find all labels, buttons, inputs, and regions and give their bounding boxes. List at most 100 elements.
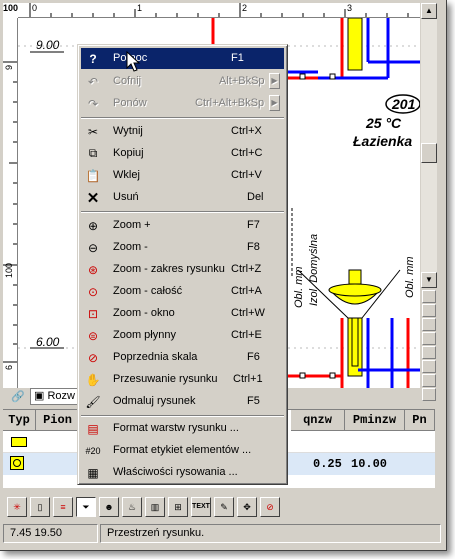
h-ruler-label-0: 0	[32, 3, 38, 13]
menu-item-label: Właściwości rysowania ...	[113, 466, 238, 478]
menu-item-wlasciwosci[interactable]: ▦ Właściwości rysowania ...	[81, 462, 284, 483]
side-tool-6[interactable]	[422, 360, 436, 373]
menu-item-shortcut: Ctrl+Z	[231, 263, 262, 275]
side-tool-4[interactable]	[422, 332, 436, 345]
menu-item-label: Ponów	[113, 97, 147, 109]
copy-icon: ⧉	[88, 146, 98, 160]
submenu-arrow-icon[interactable]: ▶	[269, 73, 280, 89]
menu-item-label: Wklej	[113, 169, 140, 181]
horizontal-ruler-ticks	[29, 3, 409, 17]
pipe-vertical-icon[interactable]: ▯	[30, 497, 50, 517]
col-header-typ[interactable]: Typ	[3, 410, 36, 431]
menu-item-label: Zoom płynny	[113, 329, 176, 341]
menu-item-shortcut: Ctrl+W	[231, 307, 265, 319]
zoom-extent-icon: ⊛	[87, 262, 99, 277]
menu-item-shortcut: Del	[247, 191, 264, 203]
zoom-window-icon: ⊡	[87, 306, 99, 321]
side-tool-strip	[421, 289, 437, 409]
menu-item-zoom-okno[interactable]: ⊡ Zoom - okno Ctrl+W	[81, 303, 284, 324]
menu-item-format-warstw[interactable]: ▤ Format warstw rysunku ...	[81, 418, 284, 439]
menu-item-label: Kopiuj	[113, 147, 144, 159]
label-obl-right: Obl. mm	[404, 256, 416, 298]
vertical-ruler: 9 100 6	[3, 18, 18, 388]
side-tool-7[interactable]	[422, 374, 436, 387]
menu-item-label: Zoom - całość	[113, 285, 183, 297]
status-message: Przestrzeń rysunku.	[100, 524, 441, 543]
room-temperature: 25 °C	[366, 115, 402, 131]
v-ruler-label-9: 9	[4, 64, 14, 70]
sheet-tab-rozw[interactable]: ▣ Rozw	[30, 388, 79, 405]
delete-icon: ✕	[86, 189, 100, 207]
vertical-scrollbar[interactable]: ▲ ▼	[421, 3, 437, 288]
bottom-toolbar: ✳ ▯ ≡ ⏷ ☻ ♨ ▥ ⊞ TEXT ✎ ✥ ⊘	[3, 494, 435, 522]
menu-item-label: Format warstw rysunku ...	[113, 422, 239, 434]
person-icon[interactable]: ☻	[99, 497, 119, 517]
sheet-tab-icon: 🔗	[11, 391, 25, 403]
menu-item-przesuwanie[interactable]: ✋ Przesuwanie rysunku Ctrl+1	[81, 369, 284, 390]
cell-qnzw: 0.25	[313, 457, 342, 471]
level-bottom-label: 6.00	[36, 335, 60, 349]
fixture-icon[interactable]: ♨	[122, 497, 142, 517]
menu-item-kopiuj[interactable]: ⧉ Kopiuj Ctrl+C	[81, 143, 284, 164]
brush-icon[interactable]: ✎	[214, 497, 234, 517]
undo-icon: ↶	[87, 74, 99, 89]
col-header-pion[interactable]: Pion	[36, 410, 80, 431]
menu-item-odmaluj[interactable]: 🖌 Odmaluj rysunek F5	[81, 391, 284, 412]
chart-icon[interactable]: ▥	[145, 497, 165, 517]
scroll-up-button[interactable]: ▲	[421, 3, 437, 19]
menu-item-ponow[interactable]: ↷ Ponów Ctrl+Alt+BkSp ▶	[81, 93, 284, 114]
menu-item-zoom-calosc[interactable]: ⊙ Zoom - całość Ctrl+A	[81, 281, 284, 302]
menu-item-wytnij[interactable]: ✂ Wytnij Ctrl+X	[81, 121, 284, 142]
menu-separator	[81, 415, 284, 417]
no-entry-icon[interactable]: ⊘	[260, 497, 280, 517]
grid-icon[interactable]: ⊞	[168, 497, 188, 517]
redraw-brush-icon: 🖌	[85, 394, 101, 409]
elements-icon[interactable]: ✳	[7, 497, 27, 517]
col-header-qnzw[interactable]: qnzw	[291, 410, 345, 431]
side-tool-8[interactable]	[422, 388, 436, 401]
menu-item-zoom-plynny[interactable]: ⊜ Zoom płynny Ctrl+E	[81, 325, 284, 346]
context-menu: ? Pomoc F1 ↶ Cofnij Alt+BkSp ▶ ↷ Ponów C…	[77, 44, 288, 485]
funnel-icon[interactable]: ⏷	[76, 497, 96, 517]
menu-item-pomoc[interactable]: ? Pomoc F1	[81, 48, 284, 69]
pipes-horizontal-icon[interactable]: ≡	[53, 497, 73, 517]
submenu-arrow-icon[interactable]: ▶	[269, 95, 280, 111]
h-ruler-label-1: 1	[137, 3, 143, 13]
scrollbar-thumb[interactable]	[421, 143, 437, 163]
text-icon[interactable]: TEXT	[191, 497, 211, 517]
redo-icon: ↷	[87, 96, 99, 111]
menu-item-label: Poprzednia skala	[113, 351, 198, 363]
scroll-down-button[interactable]: ▼	[421, 272, 437, 288]
drawing-properties-icon: ▦	[87, 465, 99, 480]
menu-item-zoom-zakres[interactable]: ⊛ Zoom - zakres rysunku Ctrl+Z	[81, 259, 284, 280]
menu-item-shortcut: Ctrl+Alt+BkSp	[195, 97, 265, 109]
col-header-pn[interactable]: Pn	[405, 410, 435, 431]
move-icon[interactable]: ✥	[237, 497, 257, 517]
menu-item-poprzednia-skala[interactable]: ⊘ Poprzednia skala F6	[81, 347, 284, 368]
menu-item-label: Zoom - okno	[113, 307, 175, 319]
menu-item-label: Cofnij	[113, 75, 142, 87]
status-coordinates: 7.45 19.50	[3, 524, 98, 543]
col-header-pminzw[interactable]: Pminzw	[345, 410, 405, 431]
room-name: Łazienka	[353, 133, 413, 149]
side-tool-5[interactable]	[422, 346, 436, 359]
pan-hand-icon: ✋	[85, 372, 101, 387]
menu-item-zoom-minus[interactable]: ⊖ Zoom - F8	[81, 237, 284, 258]
menu-item-format-etykiet[interactable]: #20 Format etykiet elementów ...	[81, 440, 284, 461]
paste-icon: 📋	[85, 168, 101, 183]
menu-item-wklej[interactable]: 📋 Wklej Ctrl+V	[81, 165, 284, 186]
layers-format-icon: ▤	[87, 421, 99, 436]
valve-type-icon	[10, 456, 24, 470]
sheet-tab-label: Rozw	[47, 390, 75, 402]
menu-item-label: Usuń	[113, 191, 139, 203]
menu-item-cofnij[interactable]: ↶ Cofnij Alt+BkSp ▶	[81, 71, 284, 92]
v-ruler-label-6: 6	[4, 364, 14, 370]
side-tool-grid[interactable]	[422, 290, 436, 303]
cut-icon: ✂	[87, 124, 99, 139]
menu-item-zoom-plus[interactable]: ⊕ Zoom + F7	[81, 215, 284, 236]
side-tool-3[interactable]	[422, 318, 436, 331]
label-obl-left: Obl. mm	[293, 266, 305, 308]
side-tool-2[interactable]	[422, 304, 436, 317]
menu-item-label: Zoom -	[113, 241, 148, 253]
menu-item-usun[interactable]: ✕ Usuń Del	[81, 187, 284, 208]
